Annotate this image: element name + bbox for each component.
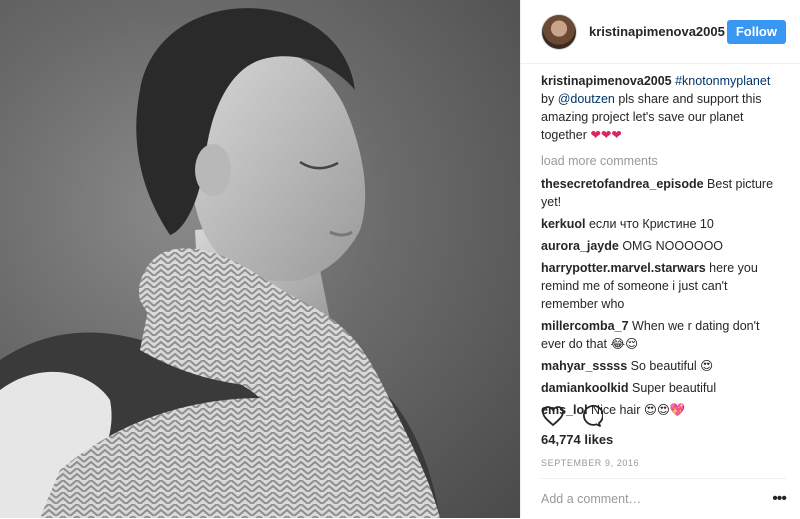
avatar[interactable] — [541, 13, 577, 50]
list-item: mahyar_sssss So beautiful 😍 — [541, 357, 786, 375]
list-item: thesecretofandrea_episode Best picture y… — [541, 175, 786, 211]
load-more-comments-link[interactable]: load more comments — [541, 152, 786, 170]
hashtag-link[interactable]: #knotonmyplanet — [675, 74, 770, 88]
comment-username[interactable]: kerkuol — [541, 217, 585, 231]
heart-icon[interactable] — [541, 404, 565, 428]
comment-username[interactable]: harrypotter.marvel.starwars — [541, 261, 706, 275]
comment-username[interactable]: mahyar_sssss — [541, 359, 627, 373]
comments-list: kristinapimenova2005 #knotonmyplanet by … — [541, 72, 786, 423]
likes-count[interactable]: 64,774 likes — [541, 432, 613, 447]
comment-icon[interactable] — [579, 404, 603, 428]
caption: kristinapimenova2005 #knotonmyplanet by … — [541, 72, 786, 144]
follow-button[interactable]: Follow — [726, 19, 786, 44]
portrait-illustration — [0, 8, 440, 518]
caption-emoji: ❤❤❤ — [590, 128, 622, 142]
comment-username[interactable]: millercomba_7 — [541, 319, 629, 333]
more-options-icon[interactable]: ••• — [772, 490, 787, 508]
post-header: kristinapimenova2005 Follow — [521, 0, 800, 64]
list-item: kerkuol если что Кристине 10 — [541, 215, 786, 233]
list-item: aurora_jayde OMG NOOOOOO — [541, 237, 786, 255]
caption-text: by — [541, 92, 558, 106]
post-actions — [541, 404, 603, 428]
comment-username[interactable]: damiankoolkid — [541, 381, 629, 395]
post-sidebar: kristinapimenova2005 Follow kristinapime… — [520, 0, 800, 518]
comment-text: Nice hair 😍😍💖 — [591, 403, 686, 417]
add-comment-bar: Add a comment… ••• — [541, 478, 787, 519]
comment-text: Super beautiful — [632, 381, 717, 395]
caption-username[interactable]: kristinapimenova2005 — [541, 74, 672, 88]
post-photo[interactable] — [0, 0, 520, 518]
comment-text: OMG NOOOOOO — [622, 239, 724, 253]
instagram-post: kristinapimenova2005 Follow kristinapime… — [0, 0, 800, 518]
list-item: damiankoolkid Super beautiful — [541, 379, 786, 397]
list-item: harrypotter.marvel.starwars here you rem… — [541, 259, 786, 313]
comment-username[interactable]: thesecretofandrea_episode — [541, 177, 704, 191]
mention-link[interactable]: @doutzen — [558, 92, 615, 106]
list-item: millercomba_7 When we r dating don't eve… — [541, 317, 786, 353]
comment-text: So beautiful 😍 — [630, 359, 714, 373]
comment-input[interactable]: Add a comment… — [541, 492, 772, 506]
post-date[interactable]: SEPTEMBER 9, 2016 — [541, 458, 639, 468]
comment-username[interactable]: aurora_jayde — [541, 239, 619, 253]
comment-text: если что Кристине 10 — [588, 217, 714, 231]
header-username[interactable]: kristinapimenova2005 — [589, 24, 727, 39]
